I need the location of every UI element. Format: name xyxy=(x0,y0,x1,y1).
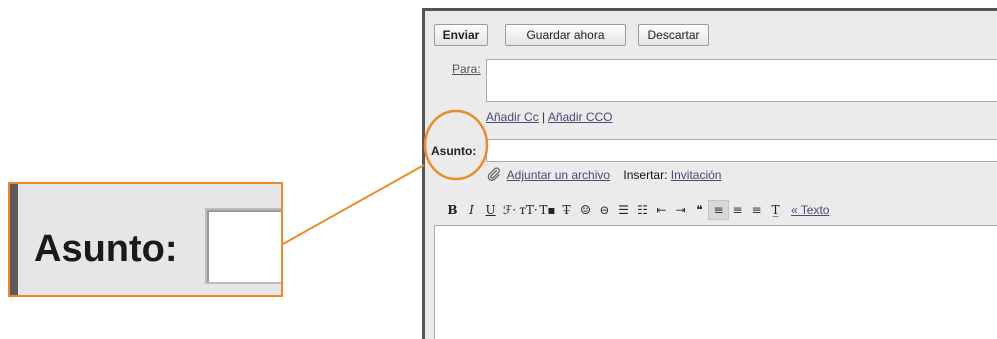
callout-edge xyxy=(10,184,18,295)
to-label[interactable]: Para: xyxy=(452,62,481,76)
cc-separator: | xyxy=(542,110,546,124)
attach-row: Adjuntar un archivo Insertar: Invitación xyxy=(487,167,721,184)
add-cc-link[interactable]: Añadir Cc xyxy=(486,110,539,124)
align-left-icon[interactable]: ≡ xyxy=(708,200,729,220)
align-right-icon[interactable]: ≡ xyxy=(747,201,766,219)
paperclip-icon xyxy=(487,167,501,184)
callout-subject-label: Asunto: xyxy=(34,228,178,270)
plain-text-link[interactable]: « Texto xyxy=(791,201,829,219)
add-bcc-link[interactable]: Añadir CCO xyxy=(548,110,613,124)
remove-format-icon[interactable]: T̲ xyxy=(766,201,785,219)
subject-label: Asunto: xyxy=(431,144,477,158)
subject-zoom-callout: Asunto: xyxy=(8,182,283,297)
quote-icon[interactable]: ❝ xyxy=(690,201,709,219)
to-field[interactable] xyxy=(486,59,997,102)
link-icon[interactable]: ⊝ xyxy=(595,201,614,219)
font-size-icon[interactable]: тT· xyxy=(519,201,538,219)
save-now-button[interactable]: Guardar ahora xyxy=(505,24,626,46)
compose-window: Enviar Guardar ahora Descartar Para: Aña… xyxy=(422,8,997,339)
bulleted-list-icon[interactable]: ☷ xyxy=(633,201,652,219)
align-center-icon[interactable]: ≡ xyxy=(728,201,747,219)
send-button[interactable]: Enviar xyxy=(434,24,488,46)
insert-label: Insertar: xyxy=(623,168,668,182)
discard-button[interactable]: Descartar xyxy=(638,24,709,46)
indent-less-icon[interactable]: ⇤ xyxy=(652,201,671,219)
format-toolbar: B I U ℱ· тT· T▪ T̶ ☺ ⊝ ☰ ☷ ⇤ ⇥ ❝ ≡ ≡ ≡ T̲ « Texto xyxy=(443,200,829,220)
font-icon[interactable]: ℱ· xyxy=(500,201,519,219)
emoji-icon[interactable]: ☺ xyxy=(576,201,595,219)
italic-icon[interactable]: I xyxy=(462,201,481,219)
cc-links: Añadir Cc | Añadir CCO xyxy=(486,110,613,124)
underline-icon[interactable]: U xyxy=(481,201,500,219)
numbered-list-icon[interactable]: ☰ xyxy=(614,201,633,219)
text-color-icon[interactable]: T▪ xyxy=(538,201,557,219)
attach-file-link[interactable]: Adjuntar un archivo xyxy=(507,168,610,182)
callout-subject-field xyxy=(205,208,281,284)
subject-field[interactable] xyxy=(486,139,997,162)
indent-more-icon[interactable]: ⇥ xyxy=(671,201,690,219)
insert-invitation-link[interactable]: Invitación xyxy=(671,168,722,182)
bold-icon[interactable]: B xyxy=(443,201,462,219)
message-body-field[interactable] xyxy=(434,225,997,339)
highlight-icon[interactable]: T̶ xyxy=(557,201,576,219)
